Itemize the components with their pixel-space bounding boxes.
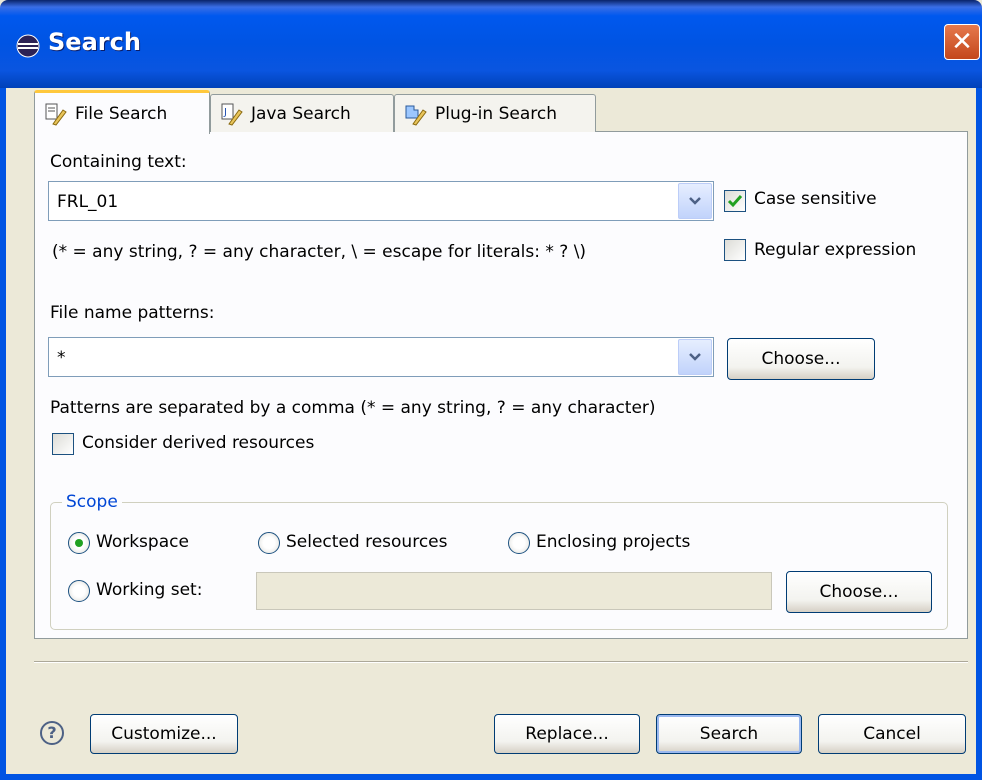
- plugin-search-icon: [405, 105, 427, 126]
- java-search-icon: J: [221, 103, 243, 126]
- window-frame-right: [976, 88, 982, 780]
- search-button[interactable]: Search: [656, 714, 802, 754]
- chevron-down-icon: [689, 353, 701, 361]
- containing-text-hint: (* = any string, ? = any character, \ = …: [52, 242, 587, 262]
- case-sensitive-label: Case sensitive: [754, 189, 877, 209]
- containing-text-input[interactable]: [57, 190, 637, 214]
- scope-legend: Scope: [62, 492, 122, 512]
- chevron-down-icon: [689, 197, 701, 205]
- choose-file-patterns-button[interactable]: Choose...: [727, 338, 875, 380]
- eclipse-icon: [16, 34, 40, 58]
- window-title: Search: [48, 28, 141, 56]
- working-set-field: [256, 572, 772, 610]
- replace-button[interactable]: Replace...: [494, 714, 640, 754]
- regular-expression-label: Regular expression: [754, 240, 917, 260]
- tab-file-search[interactable]: File Search: [34, 90, 210, 134]
- close-button[interactable]: ✕: [944, 24, 980, 60]
- title-bar[interactable]: [0, 0, 982, 88]
- workspace-label: Workspace: [96, 532, 189, 552]
- svg-text:J: J: [223, 107, 227, 118]
- tab-label: Java Search: [251, 103, 351, 124]
- file-search-icon: [45, 103, 67, 126]
- enclosing-projects-label: Enclosing projects: [536, 532, 691, 552]
- separator: [34, 661, 968, 663]
- file-name-patterns-dropdown-button[interactable]: [678, 339, 712, 375]
- enclosing-projects-radio[interactable]: [508, 532, 530, 554]
- containing-text-label: Containing text:: [50, 152, 187, 172]
- containing-text-combo[interactable]: [48, 181, 714, 221]
- choose-working-set-button[interactable]: Choose...: [786, 571, 932, 613]
- selected-resources-label: Selected resources: [286, 532, 448, 552]
- checkmark-icon: [727, 195, 743, 208]
- working-set-label: Working set:: [96, 580, 203, 600]
- consider-derived-checkbox[interactable]: [52, 433, 74, 455]
- customize-button[interactable]: Customize...: [90, 714, 238, 754]
- window-frame-bottom: [0, 774, 982, 780]
- tab-label: File Search: [75, 103, 168, 124]
- help-icon[interactable]: ?: [40, 721, 64, 745]
- tab-label: Plug-in Search: [435, 103, 557, 124]
- tab-plugin-search[interactable]: Plug-in Search: [394, 94, 596, 132]
- window-frame-left: [0, 88, 6, 780]
- file-name-patterns-label: File name patterns:: [50, 303, 215, 323]
- containing-text-dropdown-button[interactable]: [678, 183, 712, 219]
- cancel-button[interactable]: Cancel: [818, 714, 966, 754]
- tab-java-search[interactable]: J Java Search: [210, 94, 394, 132]
- file-name-patterns-hint: Patterns are separated by a comma (* = a…: [50, 398, 656, 418]
- file-name-patterns-combo[interactable]: [48, 337, 714, 377]
- consider-derived-label: Consider derived resources: [82, 433, 315, 453]
- selected-resources-radio[interactable]: [258, 532, 280, 554]
- working-set-radio[interactable]: [68, 580, 90, 602]
- regular-expression-checkbox[interactable]: [724, 239, 746, 261]
- radio-selected-dot: [75, 539, 83, 547]
- workspace-radio[interactable]: [68, 532, 90, 554]
- case-sensitive-checkbox[interactable]: [724, 190, 746, 212]
- file-name-patterns-input[interactable]: [57, 346, 637, 370]
